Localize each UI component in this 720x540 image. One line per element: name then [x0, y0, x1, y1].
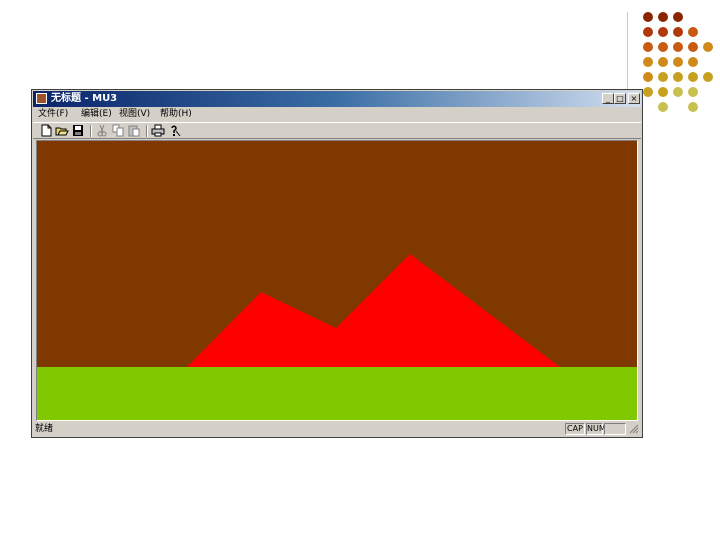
decorative-dot [658, 27, 668, 37]
toolbar [33, 122, 641, 139]
num-lock-indicator: NUM [586, 423, 606, 435]
caps-lock-indicator: CAP [565, 423, 585, 435]
decorative-dot [643, 42, 653, 52]
copy-icon[interactable] [111, 124, 125, 137]
menu-help[interactable]: 帮助(H) [160, 108, 192, 121]
help-icon[interactable] [167, 124, 181, 137]
menu-bar: 文件(F) 编辑(E) 视图(V) 帮助(H) [33, 108, 641, 121]
resize-grip-icon[interactable] [629, 424, 639, 434]
decorative-dot [688, 87, 698, 97]
app-icon [36, 93, 47, 104]
open-folder-icon[interactable] [55, 124, 69, 137]
save-icon[interactable] [71, 124, 85, 137]
title-bar[interactable]: 无标题 - MU3 _ □ × [33, 91, 641, 107]
decorative-dot [703, 72, 713, 82]
print-icon[interactable] [151, 124, 165, 137]
status-text: 就绪 [35, 424, 54, 434]
toolbar-separator [90, 125, 92, 137]
paste-icon[interactable] [127, 124, 141, 137]
minimize-button[interactable]: _ [602, 93, 614, 104]
decorative-dot [703, 42, 713, 52]
decorative-dot [688, 27, 698, 37]
decorative-dot [688, 72, 698, 82]
new-file-icon[interactable] [39, 124, 53, 137]
drawing-canvas[interactable] [36, 140, 638, 421]
decorative-dot [673, 87, 683, 97]
decorative-dot [673, 57, 683, 67]
decorative-dot [643, 87, 653, 97]
application-window: 无标题 - MU3 _ □ × 文件(F) 编辑(E) 视图(V) 帮助(H) [31, 89, 643, 438]
decorative-dot [673, 12, 683, 22]
cut-icon[interactable] [95, 124, 109, 137]
menu-view[interactable]: 视图(V) [119, 108, 150, 121]
decorative-dot [658, 42, 668, 52]
decorative-dot [643, 72, 653, 82]
maximize-button[interactable]: □ [614, 93, 626, 104]
status-panel-blank [604, 423, 626, 435]
decorative-dot [643, 57, 653, 67]
status-bar: 就绪 CAP NUM [33, 422, 641, 436]
decorative-dot [673, 42, 683, 52]
menu-edit[interactable]: 编辑(E) [81, 108, 112, 121]
decorative-dot [658, 57, 668, 67]
window-title: 无标题 - MU3 [51, 93, 118, 104]
decorative-dot [643, 12, 653, 22]
decorative-dot [658, 87, 668, 97]
decorative-dot [673, 72, 683, 82]
decorative-dot [658, 102, 668, 112]
decorative-dot [658, 72, 668, 82]
menu-file[interactable]: 文件(F) [38, 108, 68, 121]
decorative-dot [658, 12, 668, 22]
decorative-dot [688, 57, 698, 67]
toolbar-separator [146, 125, 148, 137]
decorative-dot [688, 42, 698, 52]
ground-area [37, 367, 637, 420]
decorative-dot [688, 102, 698, 112]
close-button[interactable]: × [628, 93, 640, 104]
decorative-dot [643, 27, 653, 37]
decorative-dot [673, 27, 683, 37]
